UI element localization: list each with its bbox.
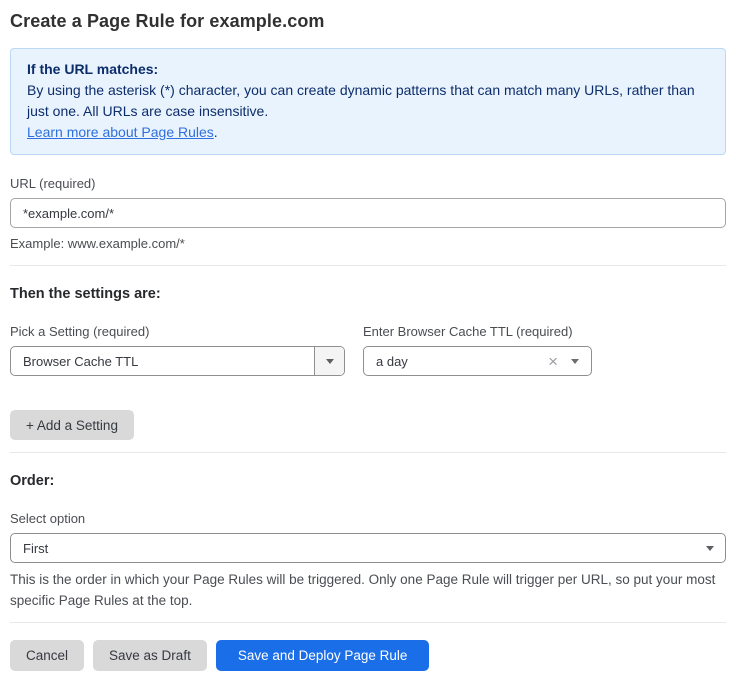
url-match-info-box: If the URL matches: By using the asteris… [10, 48, 726, 155]
url-label: URL (required) [10, 176, 726, 192]
ttl-select-adornments: × [548, 353, 591, 370]
save-and-deploy-button[interactable]: Save and Deploy Page Rule [216, 640, 430, 671]
divider [10, 452, 726, 453]
cancel-button[interactable]: Cancel [10, 640, 84, 671]
ttl-select-value: a day [364, 354, 548, 369]
divider [10, 265, 726, 266]
info-box-body: By using the asterisk (*) character, you… [27, 80, 709, 122]
chevron-down-icon [326, 359, 334, 364]
settings-row: Pick a Setting (required) Browser Cache … [10, 303, 726, 376]
clear-icon[interactable]: × [548, 353, 558, 370]
footer-actions: Cancel Save as Draft Save and Deploy Pag… [10, 640, 726, 671]
order-section-heading: Order: [10, 472, 726, 490]
ttl-picker-label: Enter Browser Cache TTL (required) [363, 324, 592, 340]
url-example-hint: Example: www.example.com/* [10, 235, 726, 252]
page-title: Create a Page Rule for example.com [10, 10, 726, 32]
learn-more-link[interactable]: Learn more about Page Rules [27, 124, 214, 140]
save-as-draft-button[interactable]: Save as Draft [93, 640, 207, 671]
setting-select[interactable]: Browser Cache TTL [10, 346, 345, 376]
ttl-picker-column: Enter Browser Cache TTL (required) a day… [363, 303, 592, 376]
setting-picker-column: Pick a Setting (required) Browser Cache … [10, 303, 345, 376]
chevron-down-icon [706, 546, 714, 551]
order-select[interactable]: First [10, 533, 726, 563]
settings-section-heading: Then the settings are: [10, 285, 726, 303]
create-page-rule-form: Create a Page Rule for example.com If th… [0, 0, 736, 671]
link-suffix-period: . [214, 124, 218, 140]
divider [10, 622, 726, 623]
info-box-heading: If the URL matches: [27, 59, 709, 80]
url-input[interactable] [10, 198, 726, 228]
info-box-link-line: Learn more about Page Rules. [27, 122, 709, 143]
ttl-select[interactable]: a day × [363, 346, 592, 376]
add-setting-button[interactable]: + Add a Setting [10, 410, 134, 440]
order-select-adornment [706, 546, 725, 551]
order-help-text: This is the order in which your Page Rul… [10, 569, 726, 611]
order-select-label: Select option [10, 511, 726, 527]
setting-picker-label: Pick a Setting (required) [10, 324, 345, 340]
order-select-value: First [11, 541, 706, 556]
setting-select-arrow-button[interactable] [314, 347, 344, 375]
setting-select-value: Browser Cache TTL [11, 354, 314, 369]
chevron-down-icon [571, 359, 579, 364]
